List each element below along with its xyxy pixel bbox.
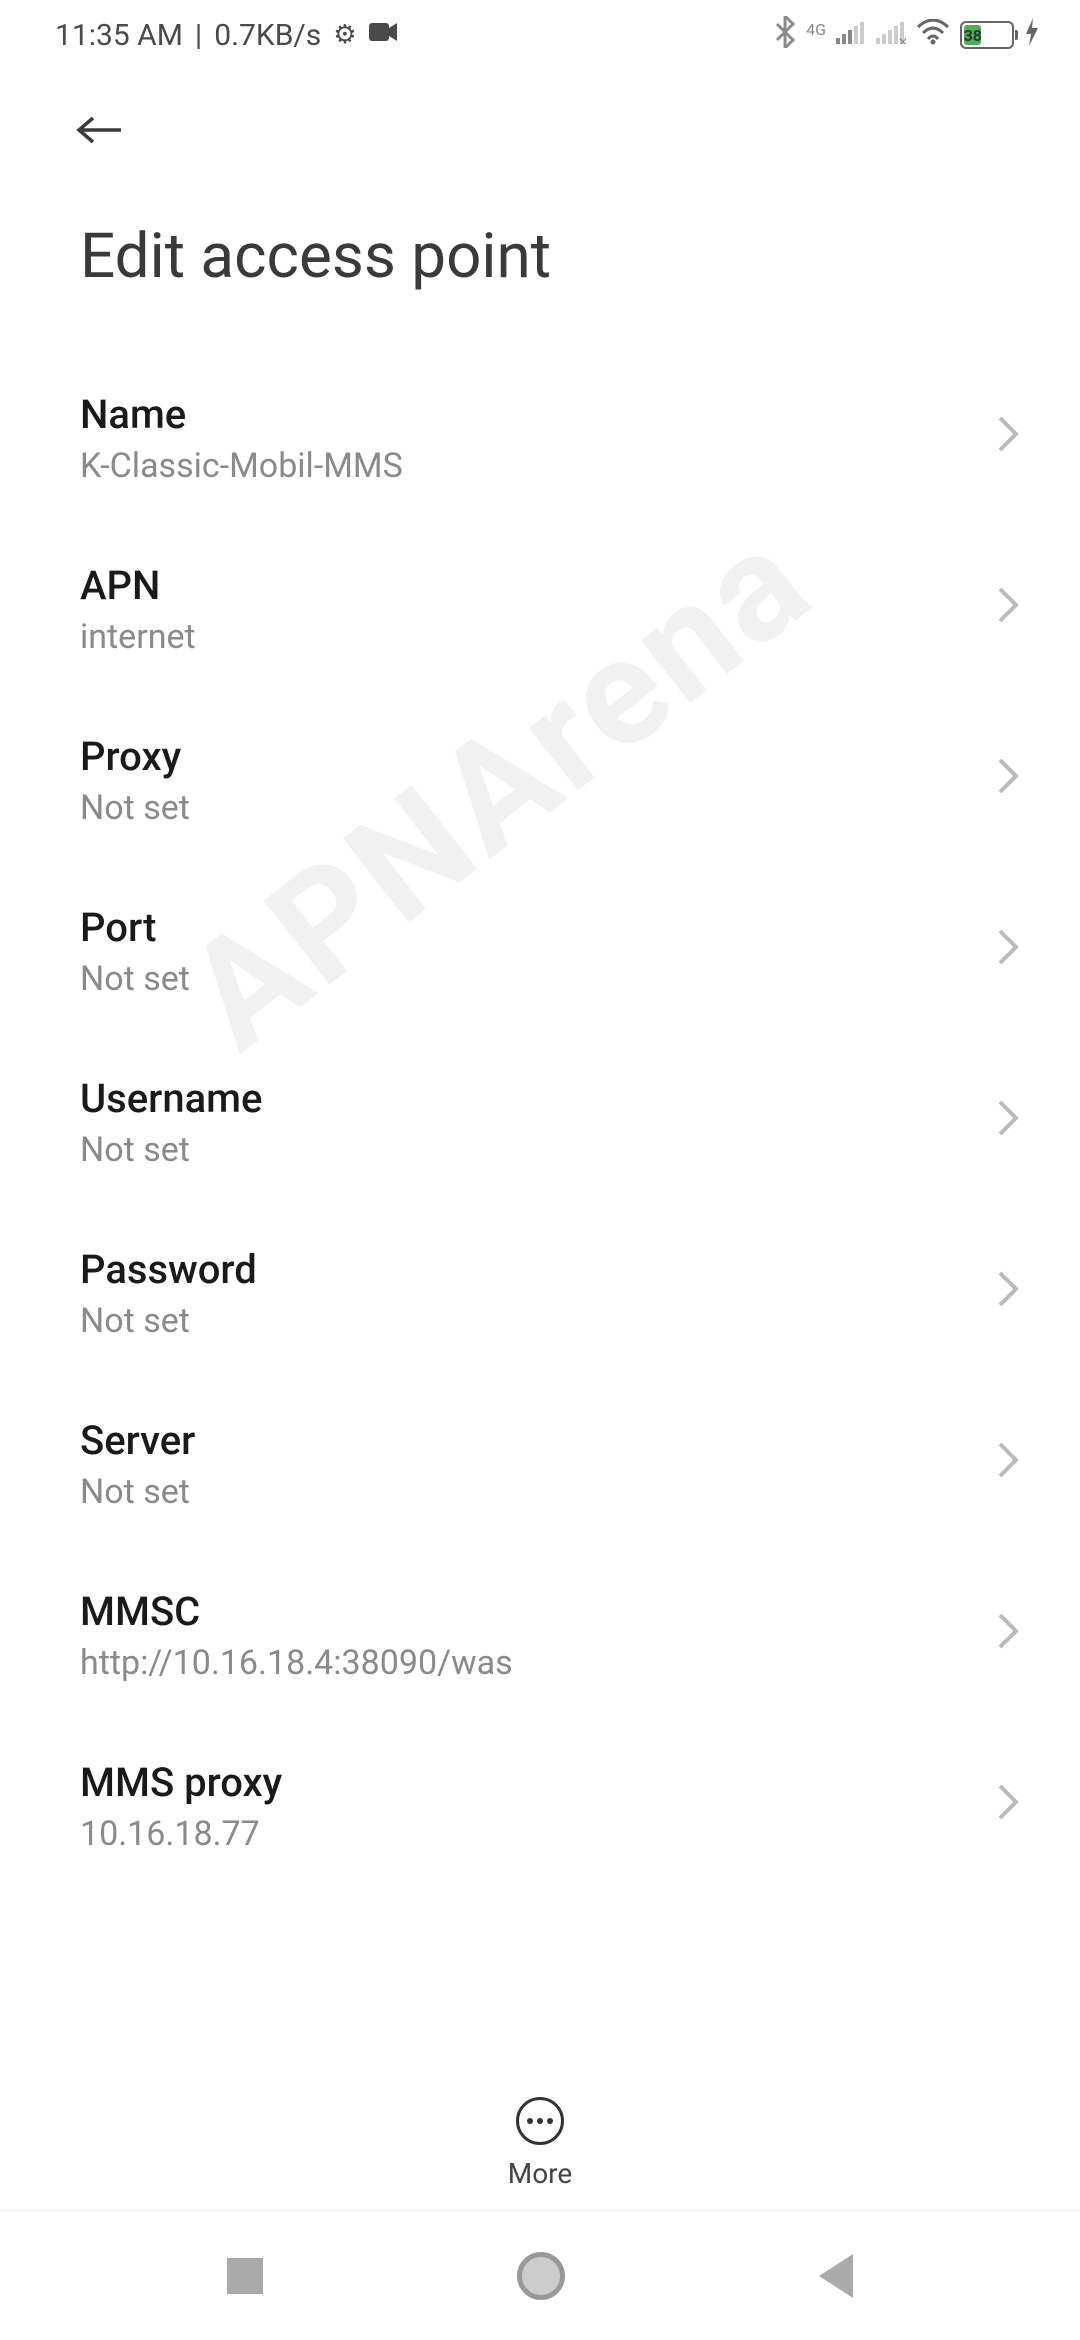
chevron-right-icon	[996, 756, 1020, 806]
status-speed: 0.7KB/s	[214, 18, 321, 53]
wifi-icon	[916, 18, 950, 53]
nav-home-button[interactable]	[517, 2252, 565, 2300]
more-button[interactable]: More	[0, 2067, 1080, 2190]
setting-label: Password	[80, 1246, 257, 1293]
setting-username[interactable]: Username Not set	[80, 1037, 1040, 1208]
setting-label: MMSC	[80, 1588, 513, 1635]
setting-label: Name	[80, 391, 403, 438]
chevron-right-icon	[996, 1269, 1020, 1319]
chevron-right-icon	[996, 1440, 1020, 1490]
signal-1-icon	[836, 20, 866, 50]
back-button[interactable]	[75, 100, 135, 160]
setting-label: Proxy	[80, 733, 190, 780]
status-left: 11:35 AM | 0.7KB/s ⚙	[55, 18, 399, 53]
setting-value: Not set	[80, 1301, 257, 1341]
status-time: 11:35 AM	[55, 18, 183, 53]
setting-value: http://10.16.18.4:38090/was	[80, 1643, 513, 1683]
setting-proxy[interactable]: Proxy Not set	[80, 695, 1040, 866]
setting-label: MMS proxy	[80, 1759, 282, 1806]
signal-2-icon: ✕	[876, 20, 906, 50]
bluetooth-icon	[774, 16, 796, 55]
setting-server[interactable]: Server Not set	[80, 1379, 1040, 1550]
chevron-right-icon	[996, 1611, 1020, 1661]
status-right: 4G ✕ 38	[774, 16, 1040, 55]
setting-label: APN	[80, 562, 196, 609]
more-icon	[516, 2097, 564, 2145]
setting-value: internet	[80, 617, 196, 657]
setting-value: K-Classic-Mobil-MMS	[80, 446, 403, 486]
settings-list: Name K-Classic-Mobil-MMS APN internet Pr…	[0, 293, 1080, 1892]
setting-value: Not set	[80, 959, 190, 999]
chevron-right-icon	[996, 1098, 1020, 1148]
status-bar: 11:35 AM | 0.7KB/s ⚙ 4G ✕ 38	[0, 0, 1080, 70]
setting-value: 10.16.18.77	[80, 1814, 282, 1854]
setting-apn[interactable]: APN internet	[80, 524, 1040, 695]
setting-label: Server	[80, 1417, 195, 1464]
nav-recents-button[interactable]	[227, 2258, 263, 2294]
nav-back-button[interactable]	[819, 2254, 853, 2298]
chevron-right-icon	[996, 927, 1020, 977]
setting-password[interactable]: Password Not set	[80, 1208, 1040, 1379]
navigation-bar	[0, 2210, 1080, 2340]
chevron-right-icon	[996, 414, 1020, 464]
arrow-left-icon	[75, 110, 125, 150]
setting-label: Port	[80, 904, 190, 951]
setting-label: Username	[80, 1075, 262, 1122]
setting-value: Not set	[80, 788, 190, 828]
svg-text:✕: ✕	[898, 35, 906, 44]
setting-name[interactable]: Name K-Classic-Mobil-MMS	[80, 353, 1040, 524]
chevron-right-icon	[996, 1782, 1020, 1832]
page-title: Edit access point	[0, 170, 1080, 293]
status-separator: |	[195, 18, 202, 53]
more-label: More	[508, 2157, 573, 2190]
gear-icon: ⚙	[333, 20, 356, 50]
setting-port[interactable]: Port Not set	[80, 866, 1040, 1037]
setting-mmsc[interactable]: MMSC http://10.16.18.4:38090/was	[80, 1550, 1040, 1721]
camera-icon	[369, 20, 399, 50]
charging-icon	[1024, 18, 1040, 52]
battery-icon: 38	[960, 21, 1014, 49]
setting-mms-proxy[interactable]: MMS proxy 10.16.18.77	[80, 1721, 1040, 1892]
header	[0, 70, 1080, 170]
setting-value: Not set	[80, 1130, 262, 1170]
network-4g-label: 4G	[806, 20, 826, 39]
battery-percent: 38	[964, 25, 981, 45]
setting-value: Not set	[80, 1472, 195, 1512]
chevron-right-icon	[996, 585, 1020, 635]
